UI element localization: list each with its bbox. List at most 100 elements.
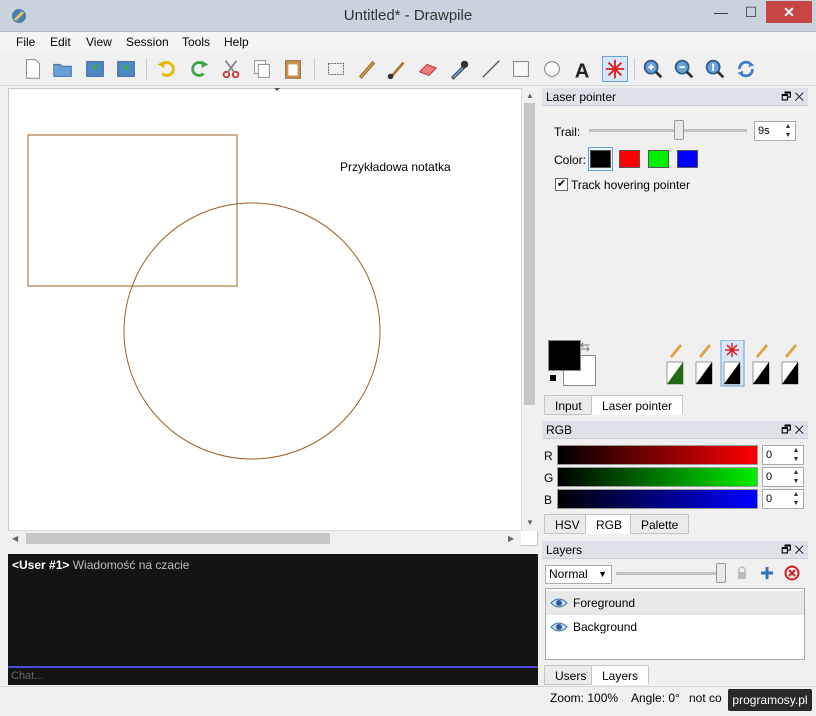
minimize-button[interactable]: — [706, 1, 736, 23]
zoom-out-icon[interactable] [671, 56, 697, 82]
trail-slider[interactable] [589, 129, 747, 132]
dock-buttons[interactable]: 🗗 ✕ [781, 421, 804, 439]
tab-palette[interactable]: Palette [630, 514, 690, 534]
horizontal-scroll-thumb[interactable] [26, 533, 330, 544]
color-swatch-black[interactable] [590, 150, 611, 168]
zoom-in-icon[interactable] [640, 56, 666, 82]
open-folder-icon[interactable] [50, 56, 76, 82]
undo-icon[interactable] [154, 56, 180, 82]
tab-input[interactable]: Input [544, 395, 593, 415]
layer-row-foreground[interactable]: Foreground [546, 591, 804, 615]
canvas-annotation[interactable]: Przykładowa notatka [340, 160, 451, 174]
scroll-down-arrow[interactable]: ▼ [526, 518, 534, 527]
toolbar: A [0, 52, 816, 86]
lock-icon[interactable] [735, 566, 749, 580]
color-swatch-green[interactable] [648, 150, 669, 168]
connection-status: not co [689, 691, 722, 705]
track-hovering-checkbox[interactable]: ✔ [555, 178, 568, 191]
tab-layers[interactable]: Layers [591, 665, 650, 685]
tab-hsv[interactable]: HSV [544, 514, 591, 534]
layers-panel-header: Layers 🗗 ✕ [542, 541, 808, 559]
blue-slider[interactable] [557, 489, 758, 509]
layer-row-background[interactable]: Background [546, 615, 804, 639]
blue-label: B [544, 493, 553, 507]
delete-layer-icon[interactable] [784, 565, 800, 581]
menu-file[interactable]: File [16, 32, 35, 52]
trail-value: 9s [758, 125, 770, 137]
rotate-reset-icon[interactable] [733, 56, 759, 82]
add-layer-icon[interactable] [759, 565, 775, 581]
color-picker-icon[interactable] [446, 56, 472, 82]
chat-input[interactable]: Chat... [8, 668, 538, 685]
tool-preset-pencil-black-2[interactable] [752, 344, 770, 385]
save-icon[interactable] [82, 56, 108, 82]
menu-session[interactable]: Session [126, 32, 169, 52]
foreground-color-swatch[interactable] [548, 340, 581, 371]
save-as-icon[interactable] [113, 56, 139, 82]
opacity-slider[interactable] [616, 572, 726, 575]
copy-icon[interactable] [249, 56, 275, 82]
color-label: Color: [554, 153, 587, 167]
vertical-scroll-thumb[interactable] [524, 103, 535, 405]
layers-panel-title: Layers [546, 543, 583, 557]
zoom-status: Zoom: 100% [550, 691, 619, 705]
opacity-slider-handle[interactable] [716, 563, 726, 583]
pencil-icon[interactable] [354, 56, 380, 82]
cut-icon[interactable] [218, 56, 244, 82]
drawn-circle [123, 202, 381, 460]
trail-spin-arrows[interactable]: ▲ ▼ [782, 122, 794, 140]
trail-slider-handle[interactable] [674, 120, 684, 140]
blend-mode-select[interactable]: Normal ▼ [545, 565, 612, 584]
chat-username: <User #1> [12, 558, 70, 572]
green-value: 0 [766, 471, 773, 483]
brush-icon[interactable] [384, 56, 410, 82]
menu-edit[interactable]: Edit [50, 32, 71, 52]
scroll-left-arrow[interactable]: ◀ [12, 534, 18, 543]
new-file-icon[interactable] [20, 56, 46, 82]
tab-rgb[interactable]: RGB [585, 514, 634, 534]
swap-colors-icon[interactable]: ⇆ [580, 340, 590, 354]
redo-icon[interactable] [186, 56, 212, 82]
dock-buttons[interactable]: 🗗 ✕ [781, 541, 804, 559]
tool-preset-pencil-black-3[interactable] [781, 344, 799, 385]
ellipse-icon[interactable] [539, 56, 565, 82]
toolbar-separator [314, 58, 315, 80]
paste-icon[interactable] [280, 56, 306, 82]
eraser-icon[interactable] [415, 56, 441, 82]
laser-pointer-icon[interactable] [602, 56, 628, 82]
tool-preset-pencil-green[interactable] [666, 344, 684, 385]
eye-icon[interactable] [550, 620, 568, 634]
red-slider[interactable] [557, 445, 758, 465]
rectangle-icon[interactable] [508, 56, 534, 82]
color-swatch-blue[interactable] [677, 150, 698, 168]
green-slider[interactable] [557, 467, 758, 487]
green-spin-arrows[interactable]: ▲ ▼ [790, 468, 802, 486]
rgb-panel-header: RGB 🗗 ✕ [542, 421, 808, 439]
red-spin-arrows[interactable]: ▲ ▼ [790, 446, 802, 464]
text-tool-icon[interactable]: A [570, 56, 596, 82]
scroll-up-arrow[interactable]: ▲ [526, 91, 534, 100]
reset-colors-icon[interactable] [549, 374, 557, 382]
scroll-right-arrow[interactable]: ▶ [508, 534, 514, 543]
red-label: R [544, 449, 553, 463]
zoom-reset-icon[interactable] [702, 56, 728, 82]
menu-help[interactable]: Help [224, 32, 249, 52]
line-icon[interactable] [478, 56, 504, 82]
dock-buttons[interactable]: 🗗 ✕ [781, 88, 804, 106]
blue-spin-arrows[interactable]: ▲ ▼ [790, 490, 802, 508]
color-swatch-red[interactable] [619, 150, 640, 168]
watermark-logo: programosy.pl [728, 689, 812, 711]
maximize-button[interactable]: ☐ [736, 1, 766, 23]
menu-tools[interactable]: Tools [182, 32, 210, 52]
close-button[interactable]: ✕ [766, 1, 812, 23]
select-rectangle-icon[interactable] [323, 56, 349, 82]
svg-text:A: A [575, 60, 590, 82]
tool-preset-pencil-black[interactable] [695, 344, 713, 385]
tab-laser-pointer[interactable]: Laser pointer [591, 395, 684, 415]
eye-icon[interactable] [550, 596, 568, 610]
toolbar-separator [634, 58, 635, 80]
tab-users[interactable]: Users [544, 665, 598, 685]
menu-view[interactable]: View [86, 32, 112, 52]
red-value: 0 [766, 449, 773, 461]
chat-message: <User #1> Wiadomość na czacie [12, 558, 189, 572]
